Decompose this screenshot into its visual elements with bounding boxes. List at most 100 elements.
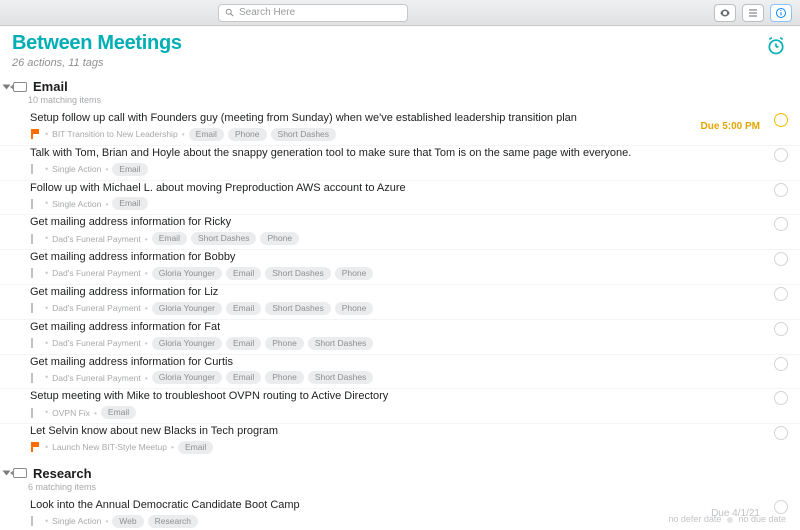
tag-pill[interactable]: Phone (265, 371, 304, 384)
task-row[interactable]: Let Selvin know about new Blacks in Tech… (0, 424, 800, 458)
task-body: Get mailing address information for Bobb… (30, 251, 766, 280)
project-path[interactable]: BIT Transition to New Leadership (52, 129, 178, 139)
tag-pill[interactable]: Short Dashes (271, 128, 337, 141)
tag-pill[interactable]: Short Dashes (308, 337, 374, 350)
task-row[interactable]: Get mailing address information for Liz•… (0, 285, 800, 320)
section-title: Email (33, 79, 68, 94)
status-circle[interactable] (774, 183, 788, 197)
task-body: Get mailing address information for Rick… (30, 216, 766, 245)
task-title: Setup follow up call with Founders guy (… (30, 112, 701, 126)
tag-pill[interactable]: Short Dashes (308, 371, 374, 384)
bullet-icon: • (45, 517, 48, 526)
tag-pill[interactable]: Email (226, 302, 261, 315)
task-row[interactable]: Follow up with Michael L. about moving P… (0, 181, 800, 216)
project-path[interactable]: Dad's Funeral Payment (52, 338, 141, 348)
task-row[interactable]: Talk with Tom, Brian and Hoyle about the… (0, 146, 800, 181)
project-path[interactable]: Dad's Funeral Payment (52, 303, 141, 313)
tag-pill[interactable]: Gloria Younger (152, 371, 222, 384)
tag-pill[interactable]: Email (101, 406, 136, 419)
status-circle[interactable] (774, 287, 788, 301)
flag-icon[interactable] (30, 338, 40, 348)
task-body: Follow up with Michael L. about moving P… (30, 182, 766, 211)
bullet-icon: • (45, 443, 48, 452)
task-row[interactable]: Setup follow up call with Founders guy (… (0, 111, 800, 146)
search-input[interactable]: Search Here (218, 4, 408, 22)
view-focus-button[interactable] (714, 4, 736, 22)
section-subtitle: 6 matching items (28, 482, 800, 492)
tag-pill[interactable]: Phone (335, 267, 374, 280)
task-meta: •OVPN Fix•Email (30, 406, 766, 419)
section-header[interactable]: Research (0, 462, 800, 481)
status-circle[interactable] (774, 148, 788, 162)
bullet-icon: • (45, 339, 48, 348)
flag-icon[interactable] (30, 199, 40, 209)
status-circle[interactable] (774, 357, 788, 371)
tag-pill[interactable]: Gloria Younger (152, 267, 222, 280)
status-circle[interactable] (774, 113, 788, 127)
flag-icon[interactable] (30, 303, 40, 313)
view-list-button[interactable] (742, 4, 764, 22)
project-path[interactable]: Launch New BIT-Style Meetup (52, 442, 167, 452)
status-circle[interactable] (774, 500, 788, 514)
no-due-label: no due date (738, 514, 786, 524)
tag-pill[interactable]: Research (148, 515, 198, 528)
tag-pill[interactable]: Email (178, 441, 213, 454)
task-body: Talk with Tom, Brian and Hoyle about the… (30, 147, 766, 176)
tag-pill[interactable]: Short Dashes (191, 232, 257, 245)
tag-pill[interactable]: Email (152, 232, 187, 245)
tag-pill[interactable]: Short Dashes (265, 267, 331, 280)
task-meta: •Single Action•Email (30, 163, 766, 176)
flag-icon[interactable] (30, 516, 40, 526)
tag-pill[interactable]: Email (189, 128, 224, 141)
task-list: Email10 matching itemsSetup follow up ca… (0, 73, 800, 530)
task-row[interactable]: Get mailing address information for Fat•… (0, 320, 800, 355)
tag-pill[interactable]: Email (226, 267, 261, 280)
tag-pill[interactable]: Phone (265, 337, 304, 350)
task-row[interactable]: Get mailing address information for Curt… (0, 355, 800, 390)
status-circle[interactable] (774, 322, 788, 336)
bullet-icon: • (45, 165, 48, 174)
task-row[interactable]: Setup meeting with Mike to troubleshoot … (0, 389, 800, 424)
tag-pill[interactable]: Email (226, 371, 261, 384)
section-header[interactable]: Email (0, 75, 800, 94)
project-path[interactable]: Single Action (52, 516, 101, 526)
task-body: Look into the Annual Democratic Candidat… (30, 499, 711, 528)
section-title: Research (33, 466, 92, 481)
flag-icon[interactable] (30, 442, 40, 452)
header: Between Meetings 26 actions, 11 tags (0, 26, 800, 73)
flag-icon[interactable] (30, 408, 40, 418)
status-circle[interactable] (774, 391, 788, 405)
flag-icon[interactable] (30, 268, 40, 278)
tag-pill[interactable]: Phone (335, 302, 374, 315)
status-circle[interactable] (774, 426, 788, 440)
status-circle[interactable] (774, 217, 788, 231)
status-circle[interactable] (774, 252, 788, 266)
no-defer-label: no defer date (668, 514, 721, 524)
project-path[interactable]: Single Action (52, 164, 101, 174)
tag-pill[interactable]: Short Dashes (265, 302, 331, 315)
tag-pill[interactable]: Web (112, 515, 143, 528)
tag-pill[interactable]: Gloria Younger (152, 337, 222, 350)
task-meta: •Launch New BIT-Style Meetup•Email (30, 441, 766, 454)
task-title: Get mailing address information for Rick… (30, 216, 766, 230)
project-path[interactable]: Single Action (52, 199, 101, 209)
task-row[interactable]: Get mailing address information for Rick… (0, 215, 800, 250)
project-path[interactable]: Dad's Funeral Payment (52, 373, 141, 383)
tag-pill[interactable]: Email (226, 337, 261, 350)
inspector-button[interactable] (770, 4, 792, 22)
flag-icon[interactable] (30, 373, 40, 383)
flag-icon[interactable] (30, 129, 40, 139)
flag-icon[interactable] (30, 164, 40, 174)
project-path[interactable]: Dad's Funeral Payment (52, 234, 141, 244)
tag-pill[interactable]: Phone (228, 128, 267, 141)
tag-pill[interactable]: Email (112, 163, 147, 176)
task-row[interactable]: Get mailing address information for Bobb… (0, 250, 800, 285)
tag-pill[interactable]: Gloria Younger (152, 302, 222, 315)
tag-pill[interactable]: Phone (260, 232, 299, 245)
flag-icon[interactable] (30, 234, 40, 244)
project-path[interactable]: Dad's Funeral Payment (52, 268, 141, 278)
tag-pill[interactable]: Email (112, 197, 147, 210)
task-meta: •Dad's Funeral Payment•Gloria YoungerEma… (30, 267, 766, 280)
review-alarm-icon[interactable] (766, 36, 786, 59)
project-path[interactable]: OVPN Fix (52, 408, 90, 418)
